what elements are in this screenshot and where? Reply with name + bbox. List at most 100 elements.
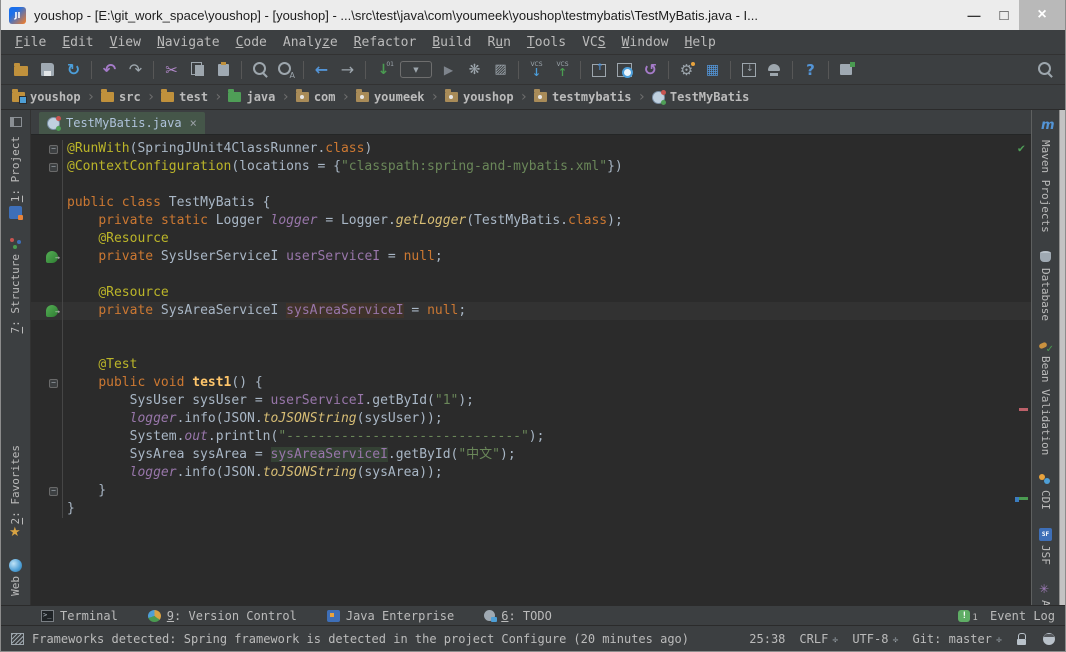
- vcs-update-icon[interactable]: [524, 58, 549, 82]
- history-icon[interactable]: [612, 58, 637, 82]
- window-edge: [1059, 110, 1065, 605]
- run-config-combo[interactable]: [400, 61, 432, 78]
- tool-button-terminal[interactable]: Terminal: [41, 609, 118, 623]
- menu-item-refactor[interactable]: Refactor: [346, 33, 425, 52]
- cut-icon[interactable]: [159, 58, 184, 82]
- tool-button-todo[interactable]: 6: TODO: [484, 609, 552, 623]
- caret-position[interactable]: 25:38: [749, 632, 785, 646]
- web-icon: [9, 559, 22, 572]
- tool-button-database[interactable]: Database: [1039, 251, 1052, 321]
- settings-icon[interactable]: [674, 58, 699, 82]
- tool-button-ant[interactable]: Ant: [1039, 583, 1052, 605]
- tool-button-bean-validation[interactable]: Bean Validation: [1039, 339, 1052, 455]
- update-project-icon[interactable]: [371, 58, 396, 82]
- tool-button-structure[interactable]: 7: Structure: [9, 237, 22, 333]
- tool-button-java-enterprise[interactable]: Java Enterprise: [327, 609, 454, 623]
- tab-close-icon[interactable]: ×: [190, 116, 197, 130]
- tool-button-favorites[interactable]: 2: Favorites: [9, 445, 22, 541]
- run-icon[interactable]: [436, 58, 461, 82]
- menu-item-vcs[interactable]: VCS: [574, 33, 613, 52]
- rollback-icon[interactable]: [638, 58, 663, 82]
- tool-window-toggle-icon[interactable]: [10, 117, 22, 127]
- code-area[interactable]: @RunWith(SpringJUnit4ClassRunner.class)@…: [31, 135, 1031, 605]
- configure-link[interactable]: Configure: [501, 632, 566, 646]
- redo-icon[interactable]: [123, 58, 148, 82]
- upload-icon[interactable]: [586, 58, 611, 82]
- tool-button-maven-projects[interactable]: Maven Projects: [1039, 123, 1052, 233]
- replace-icon[interactable]: [273, 58, 298, 82]
- menu-item-view[interactable]: View: [102, 33, 149, 52]
- fold-marker-icon[interactable]: [49, 487, 58, 496]
- close-button[interactable]: [1019, 0, 1065, 30]
- tab-testmybatis[interactable]: TestMyBatis.java ×: [39, 112, 205, 134]
- menu-item-tools[interactable]: Tools: [519, 33, 574, 52]
- breadcrumb-item-src[interactable]: src: [98, 90, 144, 104]
- vcs-commit-icon[interactable]: [550, 58, 575, 82]
- menu-item-build[interactable]: Build: [424, 33, 479, 52]
- menu-item-analyze[interactable]: Analyze: [275, 33, 346, 52]
- breadcrumb-item-java[interactable]: java: [225, 90, 278, 104]
- forward-icon[interactable]: [335, 58, 360, 82]
- tool-button-version-control[interactable]: 9: Version Control: [148, 609, 297, 623]
- debug-icon[interactable]: [462, 58, 487, 82]
- error-stripe-mark[interactable]: [1019, 408, 1028, 411]
- menu-item-code[interactable]: Code: [228, 33, 275, 52]
- breadcrumb-item-com[interactable]: com: [293, 90, 339, 104]
- undo-icon[interactable]: [97, 58, 122, 82]
- breadcrumb-item-youshop[interactable]: youshop: [442, 90, 517, 104]
- paste-icon[interactable]: [211, 58, 236, 82]
- fold-marker-icon[interactable]: [49, 163, 58, 172]
- editor-tab-bar: TestMyBatis.java ×: [31, 110, 1031, 135]
- menu-item-run[interactable]: Run: [479, 33, 518, 52]
- encoding-widget[interactable]: UTF-8: [852, 632, 898, 646]
- gutter: [31, 392, 63, 410]
- breadcrumb-item-testmybatis[interactable]: TestMyBatis: [649, 90, 752, 104]
- tool-button-web[interactable]: Web: [9, 559, 22, 596]
- gutter: [31, 374, 63, 392]
- tool-button-cdi[interactable]: CDI: [1039, 473, 1052, 510]
- back-icon[interactable]: [309, 58, 334, 82]
- breadcrumb-label: java: [246, 90, 275, 104]
- hector-inspector-icon[interactable]: [1043, 633, 1055, 645]
- open-icon[interactable]: [9, 58, 34, 82]
- frameworks-detected-icon[interactable]: [11, 633, 24, 645]
- package-icon: [296, 92, 309, 102]
- breadcrumb-item-testmybatis[interactable]: testmybatis: [531, 90, 634, 104]
- tool-button-project[interactable]: 1: Project: [9, 136, 22, 219]
- project-structure-icon[interactable]: [700, 58, 725, 82]
- sync-icon[interactable]: [61, 58, 86, 82]
- breadcrumb-item-test[interactable]: test: [158, 90, 211, 104]
- git-branch-widget[interactable]: Git: master: [912, 632, 1002, 646]
- export-icon[interactable]: [834, 58, 859, 82]
- minimize-button[interactable]: [959, 0, 989, 30]
- breadcrumb-item-youshop[interactable]: youshop: [9, 90, 84, 104]
- error-stripe-mark[interactable]: [1015, 497, 1019, 502]
- search-icon[interactable]: [1032, 58, 1057, 82]
- tool-button-label: CDI: [1039, 490, 1052, 510]
- maximize-button[interactable]: [989, 0, 1019, 30]
- tool-button-event-log[interactable]: 1 Event Log: [958, 609, 1055, 623]
- help-icon[interactable]: [798, 58, 823, 82]
- fold-marker-icon[interactable]: [49, 145, 58, 154]
- spring-bean-icon[interactable]: [46, 305, 58, 317]
- menu-item-help[interactable]: Help: [677, 33, 724, 52]
- fold-marker-icon[interactable]: [49, 379, 58, 388]
- error-stripe-mark[interactable]: [1019, 497, 1028, 500]
- menu-item-file[interactable]: File: [7, 33, 54, 52]
- line-separator-widget[interactable]: CRLF: [799, 632, 838, 646]
- android-sdk-icon[interactable]: [736, 58, 761, 82]
- menu-item-navigate[interactable]: Navigate: [149, 33, 228, 52]
- breadcrumb-item-youmeek[interactable]: youmeek: [353, 90, 428, 104]
- tool-button-jsf[interactable]: JSF: [1039, 528, 1052, 565]
- copy-icon[interactable]: [185, 58, 210, 82]
- coverage-icon[interactable]: [488, 58, 513, 82]
- readonly-lock-icon[interactable]: [1016, 633, 1029, 646]
- menu-item-edit[interactable]: Edit: [54, 33, 101, 52]
- menu-item-window[interactable]: Window: [614, 33, 677, 52]
- spring-bean-icon[interactable]: [46, 251, 58, 263]
- find-icon[interactable]: [247, 58, 272, 82]
- avd-manager-icon[interactable]: [762, 58, 787, 82]
- code-line: System.out.println("--------------------…: [31, 428, 1031, 446]
- save-all-icon[interactable]: [35, 58, 60, 82]
- code-text: logger.info(JSON.toJSONString(sysArea));: [63, 464, 443, 482]
